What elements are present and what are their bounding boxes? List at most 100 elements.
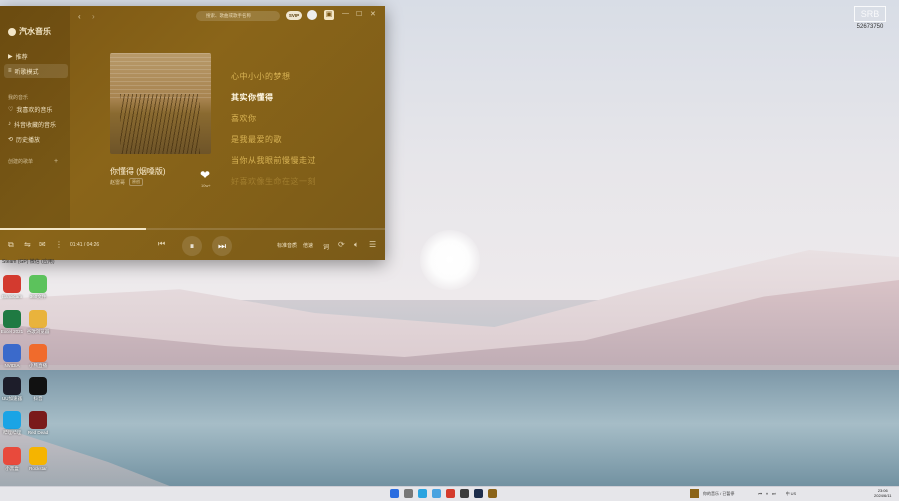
pause-button[interactable]: ⏸ <box>182 236 202 256</box>
music-app-window[interactable]: 汽水音乐 ▶ 推荐 ≡ 听歌模式 我的音乐 ♡ 我喜欢的音乐 ♪ 抖音收藏的音乐… <box>0 6 385 260</box>
next-button[interactable]: ⏭ <box>212 236 232 256</box>
start-icon[interactable] <box>390 489 399 498</box>
taskbar: 你的音乐 / 已暂停 ⏮ ⏸ ⏭ 中 US 23:06 2024/6/11 <box>0 486 899 501</box>
nav-item-history[interactable]: ⟲ 历史播放 <box>4 132 68 146</box>
desktop-water <box>0 370 899 490</box>
desktop-icon[interactable]: Bandicam <box>0 275 24 299</box>
lyric-line: 是我最爱的歌 <box>231 135 282 144</box>
lyric-line: 好喜欢像生命在这一刻 <box>231 177 316 186</box>
mini-player-icon[interactable]: ▣ <box>324 10 334 20</box>
lyric-line: 心中小小的梦想 <box>231 72 291 81</box>
notify-thumb-icon <box>690 489 699 498</box>
vip-badge[interactable]: SVIP <box>286 11 302 20</box>
lyric-toggle-button[interactable]: 词 <box>323 242 329 251</box>
search-input[interactable]: 搜索、歌曲或歌手名称 <box>196 11 280 21</box>
desktop-icon[interactable]: 小黑盒 <box>0 447 24 471</box>
taskbar-apps <box>390 489 497 498</box>
nav-item-liked-music[interactable]: ♡ 我喜欢的音乐 <box>4 102 68 116</box>
forward-button[interactable]: › <box>92 12 95 21</box>
desktop-icon-label: 360文件 <box>29 294 47 299</box>
mini-mode-icon[interactable]: ⧉ <box>8 240 14 250</box>
like-heart-icon[interactable]: ❤ <box>200 168 210 182</box>
desktop-icon-label: Rockstar <box>29 466 47 471</box>
desktop-icon-label: Red Dead <box>27 430 49 435</box>
tray-prev-icon[interactable]: ⏮ <box>758 491 762 496</box>
desktop-icon[interactable]: 谷歌浏览器 <box>26 310 50 334</box>
tray-lang[interactable]: 中 US <box>786 491 797 497</box>
playlist-icon[interactable]: ☰ <box>369 240 376 249</box>
close-icon[interactable]: ✕ <box>370 10 376 18</box>
desktop-icon[interactable]: 小熊直播 <box>26 344 50 368</box>
back-button[interactable]: ‹ <box>78 12 81 21</box>
nav-label: 我喜欢的音乐 <box>16 107 53 114</box>
like-count: 10w+ <box>201 183 211 188</box>
desktop-icon[interactable]: 360文件 <box>26 275 50 299</box>
speed-button[interactable]: 倍速 <box>303 242 313 249</box>
heart-icon: ♡ <box>8 106 14 113</box>
taskbar-clock[interactable]: 23:06 2024/6/11 <box>874 488 892 498</box>
avatar[interactable] <box>307 10 317 20</box>
nav-item-recommend[interactable]: ▶ 推荐 <box>4 49 68 63</box>
player-controls: ⧉ ⇋ ✉ ⋮ 01:41 / 04:26 ⏮ ⏸ ⏭ 标准音质 倍速 词 ⟳ … <box>0 232 385 260</box>
repeat-icon[interactable]: ⟳ <box>338 240 345 249</box>
explorer-icon[interactable] <box>432 489 441 498</box>
song-title: 你懂得 (烟嗓版) <box>110 167 166 176</box>
share-icon[interactable]: ⇋ <box>24 240 31 249</box>
search-icon[interactable] <box>404 489 413 498</box>
desktop-icon[interactable]: 哔哩哔哩 <box>0 411 24 435</box>
desktop-icon[interactable]: 抖音 <box>26 377 50 401</box>
nav-label: 抖音收藏的音乐 <box>14 122 57 129</box>
clock-date: 2024/6/11 <box>874 493 892 498</box>
desktop-icon-label: 小熊直播 <box>29 363 47 368</box>
comment-icon[interactable]: ✉ <box>39 240 46 249</box>
app-icon <box>3 344 21 362</box>
quality-button[interactable]: 标准音质 <box>277 242 297 249</box>
volume-icon[interactable]: 🔈︎ <box>354 240 359 250</box>
list-icon: ≡ <box>8 68 12 74</box>
progress-fill <box>0 228 147 230</box>
section-my-music: 我的音乐 <box>8 95 29 101</box>
desktop-icon[interactable]: NVIDIA <box>0 344 24 368</box>
minimize-icon[interactable]: — <box>342 10 349 17</box>
desktop-icon-label: 小黑盒 <box>5 466 19 471</box>
history-icon: ⟲ <box>8 136 14 143</box>
app-icon <box>3 411 21 429</box>
progress-bar[interactable] <box>0 228 385 230</box>
app-icon <box>29 275 47 293</box>
tray-next-icon[interactable]: ⏭ <box>772 491 776 496</box>
app-icon[interactable] <box>446 489 455 498</box>
maximize-icon[interactable]: ☐ <box>356 10 362 18</box>
desktop-top-label: Steam (GP) 微信 (应用) <box>2 259 55 265</box>
desktop-icon[interactable]: Excel 2021 <box>0 310 24 334</box>
nav-item-douyin-music[interactable]: ♪ 抖音收藏的音乐 <box>4 117 68 131</box>
notify-text: 你的音乐 / 已暂停 <box>703 490 735 496</box>
steam-icon[interactable] <box>474 489 483 498</box>
tray-pause-icon[interactable]: ⏸ <box>766 491 768 496</box>
previous-icon[interactable]: ⏮ <box>158 239 165 249</box>
desktop-icon[interactable]: UU加速器 <box>0 377 24 401</box>
album-cover[interactable] <box>110 53 211 154</box>
app-icon <box>29 344 47 362</box>
edge-icon[interactable] <box>418 489 427 498</box>
app-icon <box>29 447 47 465</box>
watermark: SRB 52673750 <box>853 6 887 30</box>
more-icon[interactable]: ⋮ <box>55 240 63 249</box>
app-logo: 汽水音乐 <box>8 26 51 37</box>
watermark-id: 52673750 <box>856 24 884 30</box>
play-time: 01:41 / 04:26 <box>70 242 100 248</box>
desktop-icon[interactable]: Red Dead <box>26 411 50 435</box>
desktop-icon-label: Excel 2021 <box>0 329 24 334</box>
app-icon[interactable] <box>460 489 469 498</box>
music-app-icon[interactable] <box>488 489 497 498</box>
song-artist[interactable]: 赵雷哥 <box>110 179 125 186</box>
app-icon <box>29 411 47 429</box>
desktop-icon-label: NVIDIA <box>4 363 20 368</box>
watermark-logo: SRB <box>854 6 886 22</box>
desktop-icon-label: Bandicam <box>1 294 22 299</box>
nav-item-listen-mode[interactable]: ≡ 听歌模式 <box>4 64 68 78</box>
desktop-icon[interactable]: Rockstar <box>26 447 50 471</box>
app-icon <box>3 447 21 465</box>
album-water <box>110 53 211 98</box>
add-playlist-icon[interactable]: + <box>54 158 58 165</box>
lyric-line-current: 其实你懂得 <box>231 93 274 102</box>
